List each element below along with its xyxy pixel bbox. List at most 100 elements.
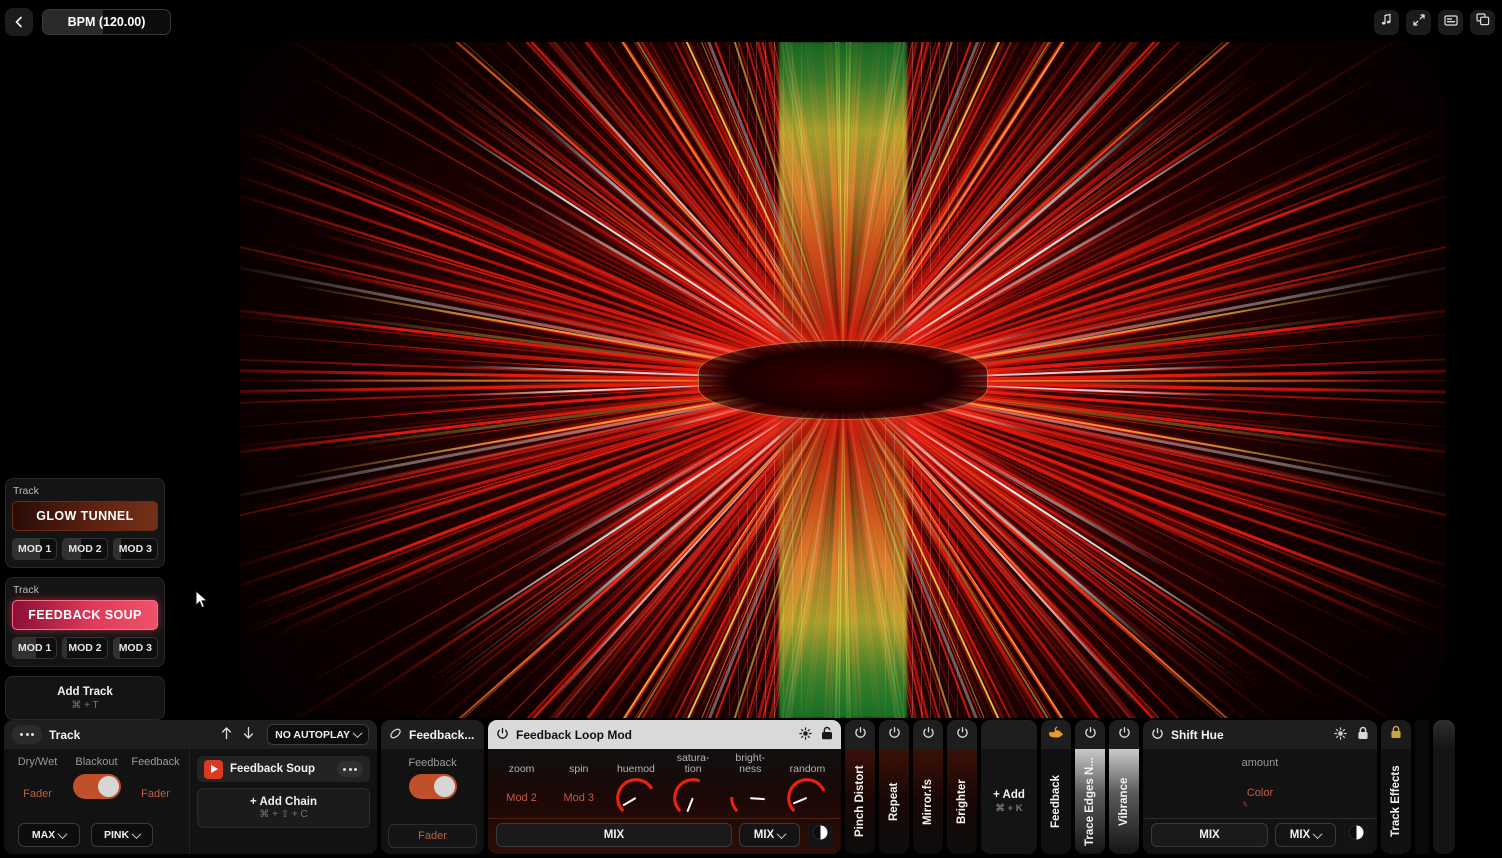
track-panel: Track NO AUTOPLAY Dry/Wet Fader Blackout… — [4, 720, 377, 854]
effect-strip-head[interactable] — [845, 720, 875, 749]
effect-strip-head[interactable] — [879, 720, 909, 749]
autoplay-select[interactable]: NO AUTOPLAY — [267, 724, 369, 745]
fullscreen-button[interactable] — [1406, 9, 1431, 35]
mouse-pointer-icon — [195, 589, 209, 615]
effect-strip[interactable]: Pinch Distort — [845, 720, 875, 854]
power-icon[interactable] — [1118, 726, 1131, 744]
feedback-fader-button[interactable]: Fader — [388, 824, 477, 848]
add-track-button[interactable]: Add Track ⌘ + T — [5, 676, 165, 720]
shift-hue-amount-knob[interactable]: Color — [1240, 773, 1280, 813]
track-select[interactable]: PINK — [91, 823, 153, 847]
effect-strip-head[interactable] — [1041, 720, 1071, 749]
effect-strip-head[interactable] — [1075, 720, 1105, 749]
effect-strip[interactable]: Mirror.fs — [913, 720, 943, 854]
track-effects-label: Track Effects — [1381, 749, 1411, 854]
power-icon[interactable] — [922, 726, 935, 744]
track-control-knob[interactable]: Fader — [135, 774, 176, 814]
mod-button[interactable]: MOD 2 — [62, 637, 108, 659]
power-icon[interactable] — [956, 726, 969, 744]
power-icon[interactable] — [1084, 726, 1097, 744]
output-panel-button[interactable] — [1438, 9, 1463, 35]
unlock-icon[interactable] — [821, 726, 833, 743]
mod-button-row: MOD 1 MOD 2 MOD 3 — [12, 637, 158, 659]
track-name-button[interactable]: FEEDBACK SOUP — [12, 600, 158, 630]
power-icon[interactable] — [888, 726, 901, 744]
visual-output-stage[interactable] — [240, 42, 1446, 718]
track-select[interactable]: MAX — [18, 823, 80, 847]
flm-param-knob[interactable] — [730, 778, 771, 818]
track-card[interactable]: Track FEEDBACK SOUP MOD 1 MOD 2 MOD 3 — [5, 577, 165, 667]
power-icon[interactable] — [854, 726, 867, 744]
arrow-down-icon[interactable] — [242, 726, 255, 743]
flm-param-knob[interactable] — [787, 778, 828, 818]
play-icon[interactable] — [204, 759, 223, 779]
flm-param-knob[interactable]: Mod 2 — [501, 778, 542, 818]
feedback-panel-title: Feedback... — [409, 727, 475, 742]
flm-param-label: zoom — [508, 763, 535, 775]
chain-item[interactable]: Feedback Soup — [197, 756, 370, 782]
link-pencil-icon — [389, 727, 402, 743]
track-effects-strip[interactable]: Track Effects — [1381, 720, 1411, 854]
chain-menu-button[interactable] — [337, 761, 363, 777]
track-card[interactable]: Track GLOW TUNNEL MOD 1 MOD 2 MOD 3 — [5, 478, 165, 568]
effect-strip[interactable]: Vibrance — [1109, 720, 1139, 854]
chevron-down-icon — [352, 728, 363, 739]
back-button[interactable] — [5, 8, 33, 36]
power-icon[interactable] — [496, 727, 509, 743]
display-panel-icon — [1443, 13, 1458, 31]
flm-mix-button[interactable]: MIX — [496, 823, 732, 847]
add-chain-shortcut: ⌘ + ⇧ + C — [259, 809, 308, 820]
rack-scrollbar[interactable] — [1433, 720, 1455, 854]
flm-contrast-button[interactable] — [807, 823, 833, 847]
sun-icon[interactable] — [1334, 726, 1347, 743]
mod-button[interactable]: MOD 2 — [62, 538, 108, 560]
flm-mix-select[interactable]: MIX — [739, 823, 800, 847]
rack-scrollbar-thumb[interactable] — [1433, 720, 1455, 854]
mod-button-label: MOD 2 — [68, 543, 102, 555]
pointing-hand-icon[interactable] — [1048, 725, 1064, 744]
track-name-button[interactable]: GLOW TUNNEL — [12, 501, 158, 531]
flm-param-knob[interactable] — [673, 778, 714, 818]
bpm-button[interactable]: BPM (120.00) — [42, 9, 171, 35]
rack-gap — [1415, 720, 1429, 854]
shift-hue-contrast-button[interactable] — [1343, 823, 1369, 847]
track-select-label: MAX — [31, 829, 56, 841]
track-menu-button[interactable] — [12, 725, 42, 744]
mod-button[interactable]: MOD 1 — [12, 538, 58, 560]
feedback-toggle[interactable] — [408, 774, 457, 799]
power-icon[interactable] — [1151, 727, 1164, 743]
effect-strip[interactable]: Feedback — [1041, 720, 1071, 854]
feedback-fader-label: Fader — [418, 830, 447, 842]
add-track-label: Add Track — [57, 685, 113, 698]
lock-icon[interactable] — [1357, 726, 1369, 743]
duplicate-window-button[interactable] — [1470, 9, 1495, 35]
mod-button[interactable]: MOD 3 — [112, 637, 158, 659]
effect-strip[interactable]: Trace Edges N... — [1075, 720, 1105, 854]
shift-hue-mix-select[interactable]: MIX — [1275, 823, 1336, 847]
track-effects-lock-header[interactable] — [1381, 720, 1411, 749]
effect-strip[interactable]: Brighter — [947, 720, 977, 854]
flm-param-knob[interactable] — [615, 778, 656, 818]
effect-strip-label: Pinch Distort — [845, 749, 875, 854]
effect-strip[interactable]: Repeat — [879, 720, 909, 854]
mod-button-label: MOD 1 — [18, 642, 52, 654]
chevron-down-icon — [131, 828, 142, 839]
arrow-up-icon[interactable] — [220, 726, 233, 743]
mod-button[interactable]: MOD 3 — [112, 538, 158, 560]
effect-strip-head[interactable] — [1109, 720, 1139, 749]
lock-icon — [1390, 725, 1402, 744]
chain-item-label: Feedback Soup — [230, 763, 315, 775]
sun-icon[interactable] — [799, 726, 812, 743]
shift-hue-mix-button[interactable]: MIX — [1151, 823, 1268, 847]
add-chain-button[interactable]: + Add Chain ⌘ + ⇧ + C — [197, 788, 370, 828]
mod-button[interactable]: MOD 1 — [12, 637, 58, 659]
blackout-toggle[interactable] — [72, 774, 121, 799]
track-control-knob[interactable]: Fader — [17, 774, 58, 814]
add-effect-strip[interactable]: + Add ⌘ + K — [981, 720, 1037, 854]
effect-strip-head[interactable] — [947, 720, 977, 749]
flm-param: huemod — [607, 753, 664, 818]
feedback-loop-mod-panel: Feedback Loop Mod zoom Mod 2 spin Mod 3 … — [488, 720, 841, 854]
flm-param-knob[interactable]: Mod 3 — [558, 778, 599, 818]
music-note-button[interactable] — [1374, 9, 1399, 35]
effect-strip-head[interactable] — [913, 720, 943, 749]
